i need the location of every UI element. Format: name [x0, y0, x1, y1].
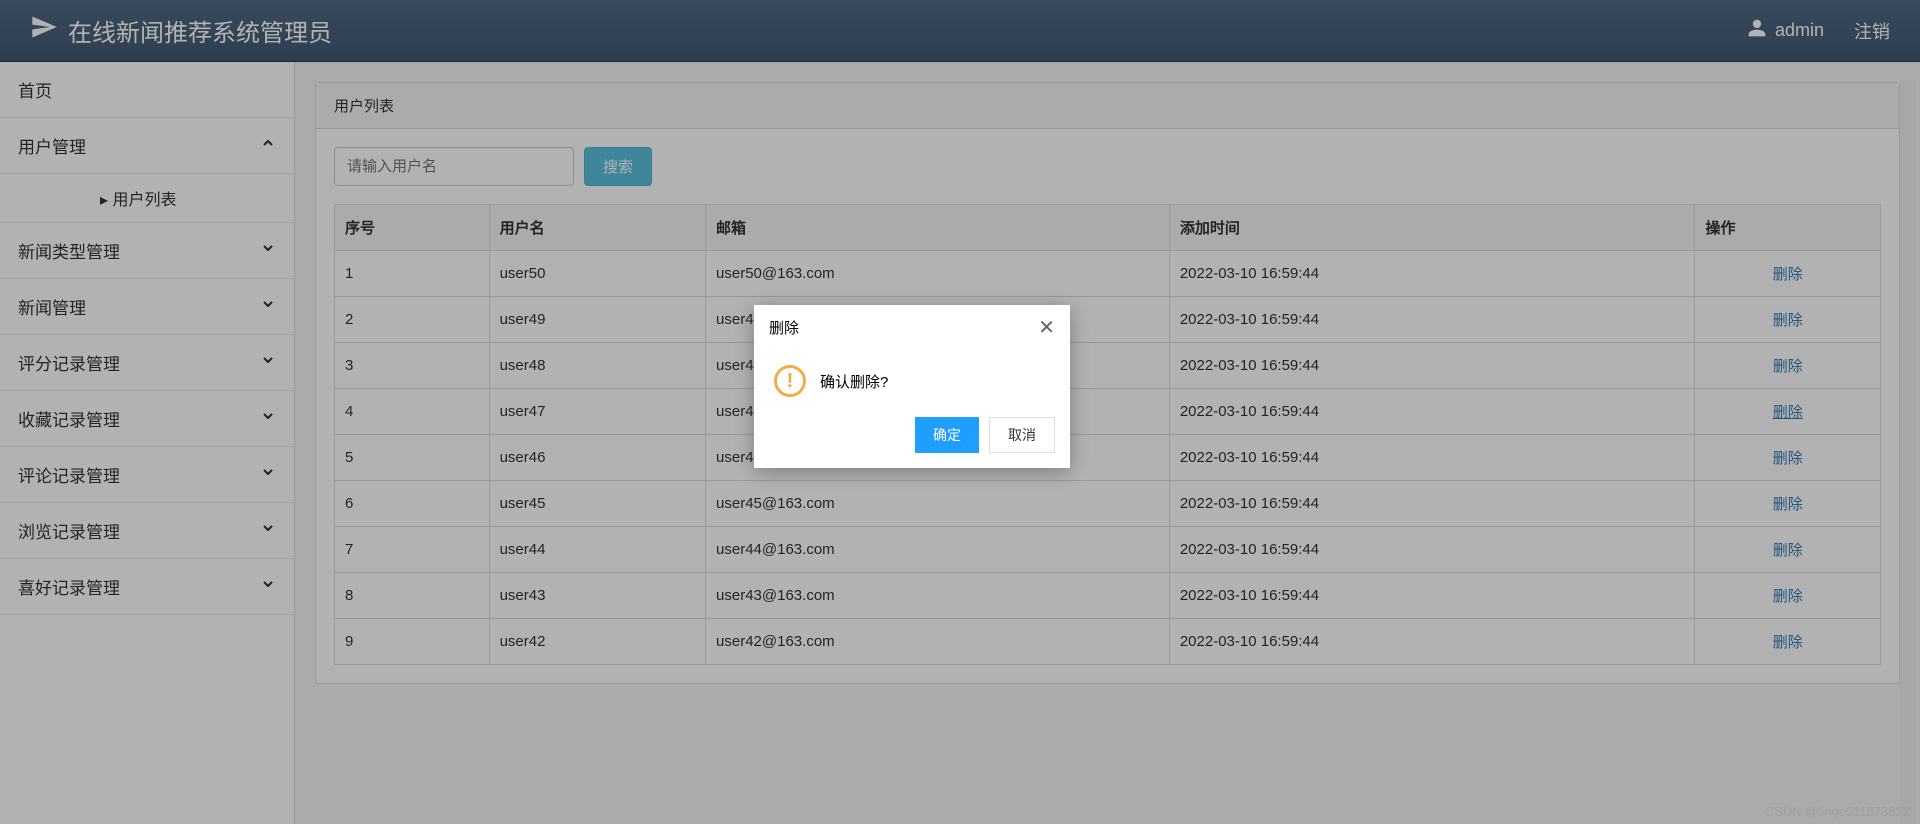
confirm-dialog: 删除 ✕ ! 确认删除? 确定 取消 [754, 305, 1070, 468]
cancel-button[interactable]: 取消 [989, 417, 1055, 453]
dialog-header: 删除 ✕ [754, 305, 1070, 350]
ok-button[interactable]: 确定 [915, 417, 979, 453]
dialog-message: 确认删除? [820, 371, 888, 392]
close-icon[interactable]: ✕ [1038, 315, 1055, 340]
watermark: CSDN @linge511873822 [1765, 804, 1910, 819]
dialog-body: ! 确认删除? [754, 350, 1070, 417]
warning-icon: ! [774, 365, 806, 397]
dialog-title: 删除 [769, 317, 799, 338]
dialog-footer: 确定 取消 [754, 417, 1070, 468]
